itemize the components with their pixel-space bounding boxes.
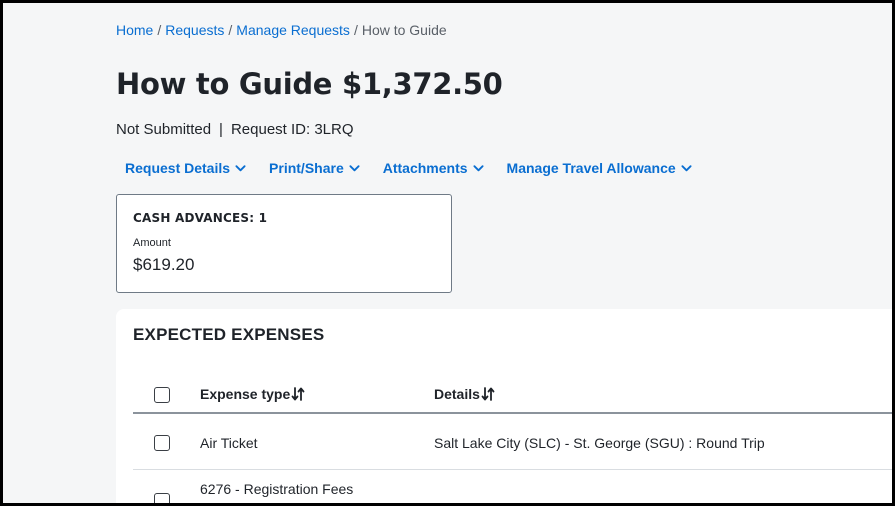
row-checkbox[interactable] (154, 493, 170, 503)
page-title: How to Guide $1,372.50 (116, 67, 503, 101)
menu-attachments[interactable]: Attachments (383, 160, 484, 176)
breadcrumb-current: How to Guide (361, 22, 447, 38)
cash-advances-title: CASH ADVANCES: 1 (133, 211, 268, 225)
chevron-down-icon (473, 164, 484, 171)
breadcrumb-requests-link[interactable]: Requests (165, 22, 224, 38)
column-header-label: Details (434, 386, 480, 402)
subtitle-divider: | (219, 121, 223, 138)
select-all-checkbox[interactable] (154, 387, 170, 403)
amount-value: $619.20 (133, 255, 195, 274)
breadcrumb-manage-requests-link[interactable]: Manage Requests (236, 22, 350, 38)
breadcrumb-separator: / (157, 22, 162, 38)
menu-item-label: Manage Travel Allowance (506, 160, 676, 176)
menu-print-share[interactable]: Print/Share (269, 160, 360, 176)
breadcrumb-separator: / (228, 22, 233, 38)
breadcrumb-home-link[interactable]: Home (116, 22, 153, 38)
column-header-label: Expense type (200, 386, 291, 402)
menu-manage-travel-allowance[interactable]: Manage Travel Allowance (507, 160, 692, 176)
breadcrumb-separator: / (353, 22, 358, 38)
table-header-divider (133, 412, 892, 414)
sort-icon (481, 387, 495, 401)
amount-label: Amount (133, 237, 171, 249)
column-header-expense-type[interactable]: Expense type (200, 386, 305, 402)
menu-item-label: Request Details (125, 160, 231, 176)
cash-advances-card[interactable]: CASH ADVANCES: 1 Amount $619.20 (116, 194, 452, 293)
expense-type-cell: 6276 - Registration Fees (200, 481, 354, 497)
request-id: Request ID: 3LRQ (230, 121, 354, 138)
expected-expenses-title: EXPECTED EXPENSES (133, 325, 325, 344)
request-subtitle: Not Submitted | Request ID: 3LRQ (116, 121, 354, 138)
expected-expenses-panel: EXPECTED EXPENSES Expense type Details A… (116, 309, 892, 503)
chevron-down-icon (349, 164, 360, 171)
chevron-down-icon (235, 164, 246, 171)
page-frame: Home / Requests / Manage Requests / How to Gui… (0, 0, 895, 506)
chevron-down-icon (681, 164, 692, 171)
row-divider (133, 469, 892, 470)
menu-item-label: Print/Share (269, 160, 344, 176)
expense-type-cell: Air Ticket (200, 435, 258, 451)
breadcrumb: Home / Requests / Manage Requests / How to Gui… (116, 22, 447, 38)
request-status: Not Submitted (116, 121, 212, 138)
details-cell: Salt Lake City (SLC) - St. George (SGU) … (434, 435, 765, 451)
sort-icon (291, 387, 305, 401)
menu-item-label: Attachments (382, 160, 468, 176)
column-header-details[interactable]: Details (434, 386, 495, 402)
request-action-menu: Request Details Print/Share Attachments … (125, 160, 692, 176)
menu-request-details[interactable]: Request Details (125, 160, 246, 176)
row-checkbox[interactable] (154, 435, 170, 451)
